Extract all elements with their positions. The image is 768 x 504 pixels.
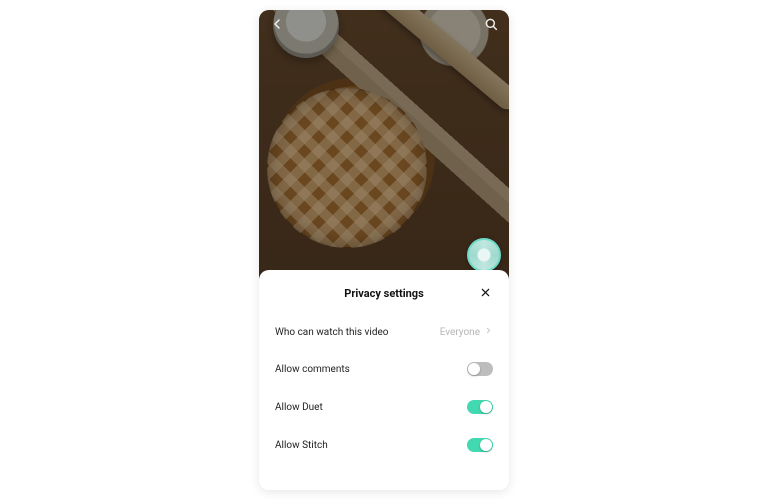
sheet-title: Privacy settings [344, 287, 423, 300]
toggle-allow-comments[interactable] [467, 362, 493, 376]
row-allow-stitch: Allow Stitch [275, 426, 493, 464]
arrow-left-icon [269, 16, 285, 36]
row-label: Allow comments [275, 364, 350, 375]
phone-frame: Privacy settings Who can watch this vide… [259, 10, 509, 490]
row-allow-duet: Allow Duet [275, 388, 493, 426]
close-button[interactable] [477, 284, 493, 300]
chevron-right-icon [484, 326, 493, 338]
search-button[interactable] [481, 16, 501, 36]
video-dim-overlay [259, 10, 509, 280]
row-label: Allow Stitch [275, 440, 328, 451]
back-button[interactable] [267, 16, 287, 36]
toggle-knob [480, 439, 492, 451]
row-label: Who can watch this video [275, 327, 388, 338]
video-preview [259, 10, 509, 280]
profile-disc-button[interactable] [467, 238, 501, 272]
toggle-knob [480, 401, 492, 413]
row-value-text: Everyone [440, 327, 480, 338]
toggle-allow-duet[interactable] [467, 400, 493, 414]
row-who-can-watch[interactable]: Who can watch this video Everyone [275, 314, 493, 350]
toggle-knob [468, 363, 480, 375]
close-icon [480, 283, 491, 302]
row-label: Allow Duet [275, 402, 323, 413]
privacy-settings-sheet: Privacy settings Who can watch this vide… [259, 270, 509, 490]
toggle-allow-stitch[interactable] [467, 438, 493, 452]
row-value: Everyone [440, 326, 493, 338]
row-allow-comments: Allow comments [275, 350, 493, 388]
search-icon [483, 16, 499, 36]
